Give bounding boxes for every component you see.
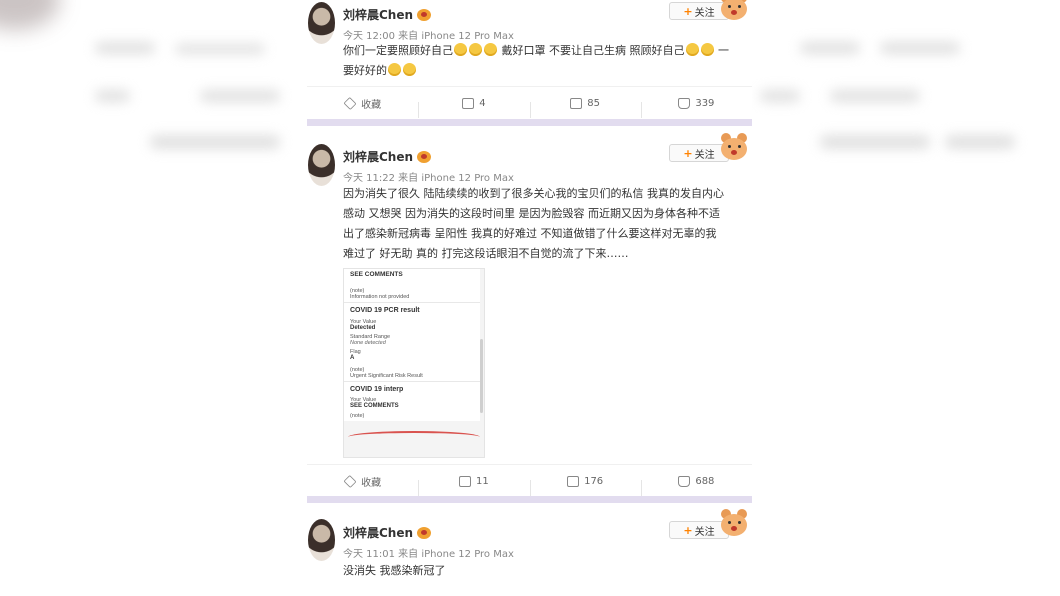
user-name[interactable]: 刘梓晨Chen	[343, 524, 413, 541]
post-divider	[307, 119, 752, 126]
section-title: COVID 19 interp	[350, 386, 404, 393]
comment-count: 176	[584, 475, 604, 487]
bear-sticker-icon	[713, 0, 752, 22]
emoji-icon	[403, 63, 416, 76]
emoji-icon	[685, 43, 699, 56]
blurred-bar	[830, 90, 920, 102]
blurred-bar	[880, 42, 960, 54]
favorite-label: 收藏	[361, 477, 382, 489]
section-title: COVID 19 PCR result	[350, 307, 420, 314]
like-count: 688	[695, 475, 715, 487]
emoji-icon	[700, 43, 714, 56]
emoji-icon	[469, 43, 482, 56]
share-button[interactable]: 4	[418, 97, 529, 118]
text-line: 没消失 我感染新冠了	[343, 564, 446, 577]
user-name[interactable]: 刘梓晨Chen	[343, 6, 413, 23]
star-icon	[343, 96, 357, 110]
note-text: Information not provided	[350, 294, 410, 300]
blurred-bar	[760, 90, 800, 102]
text-segment: 一	[718, 44, 729, 57]
red-annotation-line	[348, 431, 480, 443]
post-text: 因为消失了很久 陆陆续续的收到了很多关心我的宝贝们的私信 我真的发自内心 感动 …	[343, 184, 752, 264]
user-name[interactable]: 刘梓晨Chen	[343, 148, 413, 165]
blurred-corner-avatar	[0, 0, 60, 30]
scrollbar	[480, 339, 483, 413]
name-row: 刘梓晨Chen	[343, 524, 432, 541]
share-button[interactable]: 11	[418, 475, 529, 496]
lab-result-image[interactable]: SEE COMMENTS (note) Information not prov…	[343, 268, 485, 458]
like-button[interactable]: 688	[640, 475, 752, 496]
share-count: 4	[479, 97, 486, 109]
field-value: SEE COMMENTS	[350, 403, 399, 409]
like-count: 339	[695, 97, 715, 109]
blurred-bar	[200, 90, 280, 102]
name-row: 刘梓晨Chen	[343, 6, 432, 23]
comment-button[interactable]: 176	[529, 475, 641, 496]
follow-label: 关注	[694, 149, 715, 161]
emoji-icon	[484, 43, 497, 56]
post-text: 你们一定要照顾好自己 戴好口罩 不要让自己生病 照顾好自己 一 要好好的	[343, 41, 752, 81]
comment-count: 85	[587, 97, 600, 109]
field-value: None detected	[350, 340, 386, 346]
note-label: (note)	[350, 413, 365, 419]
bear-sticker-icon	[713, 508, 752, 538]
text-line: 感动 又想哭 因为消失的这段时间里 是因为脸毁容 而近期又因为身体各种不适	[343, 207, 720, 220]
avatar[interactable]	[308, 144, 335, 186]
blurred-bar	[175, 44, 265, 54]
name-row: 刘梓晨Chen	[343, 148, 432, 165]
text-segment: 要好好的	[343, 64, 387, 77]
like-button[interactable]: 339	[640, 97, 752, 118]
vip-badge-icon	[417, 526, 432, 539]
text-segment: 你们一定要照顾好自己	[343, 44, 453, 57]
text-line: 难过了 好无助 真的 打完这段话眼泪不自觉的流了下来……	[343, 247, 629, 260]
text-line: 出了感染新冠病毒 呈阳性 我真的好难过 不知道做错了什么要这样对无辜的我	[343, 227, 717, 240]
text-segment: 戴好口罩 不要让自己生病 照顾好自己	[501, 44, 685, 57]
blurred-bar	[150, 135, 280, 149]
post-actions: 收藏 4 85 339	[307, 86, 752, 119]
share-count: 11	[476, 475, 489, 487]
share-icon	[459, 475, 471, 487]
blurred-bar	[945, 135, 1015, 149]
thumbs-up-icon	[678, 97, 691, 109]
post-actions: 收藏 11 176 688	[307, 464, 752, 497]
blurred-bar	[95, 90, 130, 102]
vip-badge-icon	[417, 150, 432, 163]
section-title: SEE COMMENTS	[350, 271, 403, 278]
post-divider	[307, 496, 752, 503]
emoji-icon	[388, 63, 401, 76]
blurred-bar	[800, 42, 860, 54]
note-text: Urgent Significant Risk Result	[350, 373, 423, 379]
bear-sticker-icon	[713, 132, 752, 162]
post-meta: 今天 12:00 来自 iPhone 12 Pro Max	[343, 31, 514, 42]
post-meta: 今天 11:01 来自 iPhone 12 Pro Max	[343, 549, 514, 560]
blurred-bar	[95, 42, 155, 54]
avatar[interactable]	[308, 2, 335, 44]
follow-label: 关注	[694, 526, 715, 538]
avatar[interactable]	[308, 519, 335, 561]
comment-icon	[567, 475, 580, 487]
plus-icon: +	[683, 4, 693, 18]
weibo-feed: 刘梓晨Chen 今天 12:00 来自 iPhone 12 Pro Max + …	[307, 0, 752, 596]
comment-button[interactable]: 85	[529, 97, 641, 118]
plus-icon: +	[683, 146, 693, 160]
vip-badge-icon	[417, 8, 432, 21]
field-value: A	[350, 355, 355, 361]
share-icon	[462, 97, 475, 109]
follow-label: 关注	[694, 7, 715, 19]
favorite-button[interactable]: 收藏	[307, 96, 418, 111]
comment-icon	[570, 97, 583, 109]
post-meta: 今天 11:22 来自 iPhone 12 Pro Max	[343, 173, 514, 184]
text-line: 因为消失了很久 陆陆续续的收到了很多关心我的宝贝们的私信 我真的发自内心	[343, 187, 724, 200]
plus-icon: +	[683, 523, 693, 537]
favorite-label: 收藏	[361, 99, 382, 111]
star-icon	[343, 474, 357, 488]
field-value: Detected	[350, 325, 376, 331]
emoji-icon	[454, 43, 467, 56]
blurred-bar	[820, 135, 930, 149]
post-text: 没消失 我感染新冠了	[343, 561, 752, 581]
favorite-button[interactable]: 收藏	[307, 474, 418, 489]
thumbs-up-icon	[678, 475, 691, 487]
